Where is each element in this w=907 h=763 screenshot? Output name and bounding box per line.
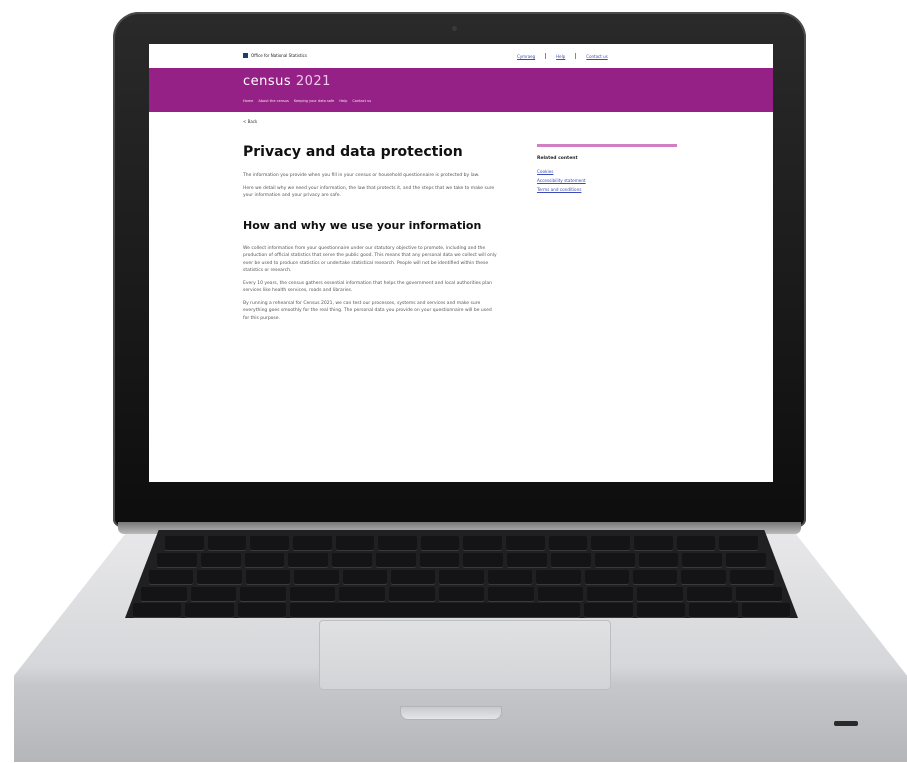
ons-logo-icon (243, 53, 248, 58)
contact-link[interactable]: Contact us (586, 54, 607, 59)
keyboard (125, 530, 798, 618)
census-logo-word: census (243, 74, 292, 89)
census-logo-year: 2021 (295, 74, 331, 89)
nav-item-about[interactable]: About the census (258, 99, 288, 103)
divider (575, 53, 577, 59)
laptop-screen: Office for National Statistics Cymraeg H… (149, 44, 773, 482)
key-row (125, 553, 798, 567)
census-banner: census 2021 Home About the census Keepin… (149, 68, 773, 112)
related-link-terms[interactable]: Terms and conditions (537, 187, 677, 192)
nav-item-help[interactable]: Help (339, 99, 347, 103)
census-logo[interactable]: census 2021 (243, 74, 331, 89)
related-link-accessibility[interactable]: Accessibility statement (537, 178, 677, 183)
key-row (125, 570, 798, 584)
gov-header: Office for National Statistics Cymraeg H… (149, 44, 773, 68)
section-heading: How and why we use your information (243, 218, 482, 232)
key-row (125, 536, 798, 550)
touchpad (319, 620, 611, 690)
related-link-cookies[interactable]: Cookies (537, 169, 677, 174)
nav-item-home[interactable]: Home (243, 99, 253, 103)
section-paragraph: By running a rehearsal for Census 2021, … (243, 300, 492, 321)
section-paragraph: Every 10 years, the census gathers essen… (243, 280, 492, 294)
intro-paragraph: The information you provide when you fil… (243, 173, 480, 178)
language-link[interactable]: Cymraeg (517, 54, 535, 59)
page-title: Privacy and data protection (243, 144, 463, 160)
related-content-title: Related content (537, 156, 578, 161)
header-links: Cymraeg Help Contact us (517, 53, 608, 59)
section-paragraph: We collect information from your questio… (243, 245, 497, 274)
divider (545, 53, 547, 59)
ons-logo[interactable]: Office for National Statistics (243, 53, 307, 58)
lid-opening-notch (400, 706, 502, 720)
related-content: Related content Cookies Accessibility st… (537, 144, 677, 196)
key-row (125, 603, 798, 617)
webcam (452, 26, 457, 31)
intro-paragraph: Here we detail why we need your informat… (243, 185, 495, 199)
status-light (834, 721, 858, 726)
nav-item-data-safe[interactable]: Keeping your data safe (294, 99, 335, 103)
main-content: Privacy and data protection The informat… (243, 144, 497, 327)
ons-logo-text: Office for National Statistics (251, 53, 307, 58)
nav-item-contact[interactable]: Contact us (352, 99, 371, 103)
key-row (125, 587, 798, 601)
main-nav: Home About the census Keeping your data … (243, 99, 371, 103)
accent-rule (537, 144, 677, 147)
breadcrumb[interactable]: < Back (243, 119, 257, 124)
help-link[interactable]: Help (556, 54, 565, 59)
